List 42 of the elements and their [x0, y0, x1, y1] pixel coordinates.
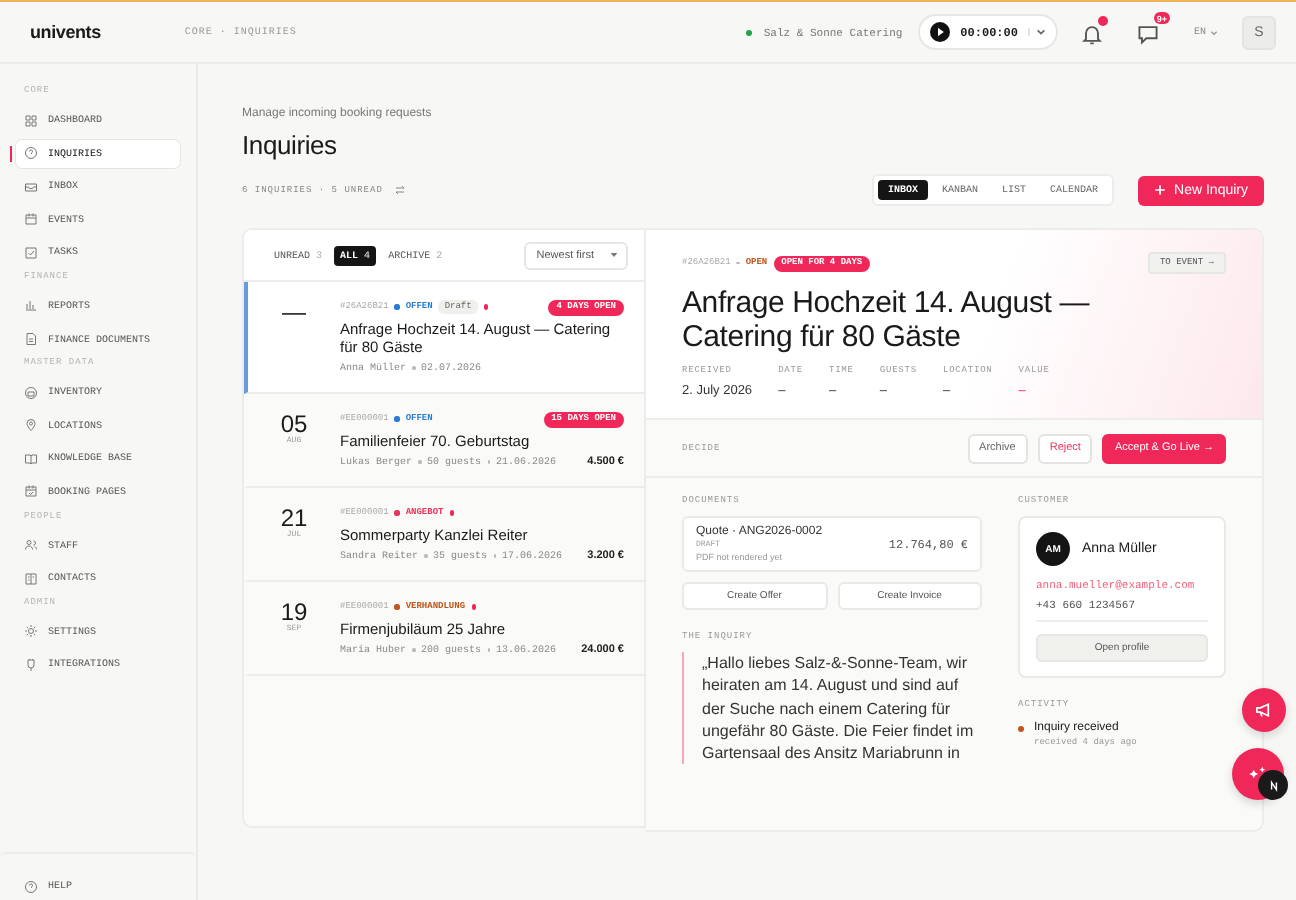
date-day: — [282, 298, 306, 326]
inquiry-title: Anfrage Hochzeit 14. August — Catering für 80 Gäste [682, 286, 1092, 354]
inquiry-message: „Hallo liebes Salz-&-Sonne-Team, wir heiraten am 14. August und sind auf der Suche nach einem Catering für ungefähr 80 Gäste. Die Feier findet im Gartensaal des Ansitz Mariabrunn in [682, 652, 982, 765]
nav-icon [24, 657, 38, 672]
play-icon[interactable] [930, 22, 951, 42]
separator-dot [418, 460, 422, 464]
nav-icon [24, 298, 38, 313]
nav-icon [24, 146, 38, 161]
nav-icon [24, 451, 38, 466]
dark-circle-icon[interactable] [1258, 770, 1288, 800]
page-title: Inquiries [242, 130, 339, 160]
chat-icon[interactable] [1135, 22, 1160, 46]
nav-icon [24, 484, 38, 499]
nav-icon [24, 385, 38, 400]
nav-icon [24, 571, 38, 586]
bell-icon[interactable] [1079, 22, 1104, 46]
plus-icon [1154, 184, 1167, 196]
nav-icon [24, 418, 38, 433]
logo: univents [30, 22, 101, 42]
nav-icon [24, 179, 38, 194]
date-day: 19 [280, 598, 308, 626]
nav-icon [24, 538, 38, 553]
help-icon [24, 879, 38, 893]
notification-badge-icon [1097, 16, 1108, 26]
sparkle-icon [1248, 764, 1268, 784]
caret-icon[interactable] [1027, 28, 1046, 36]
caret-icon [1210, 29, 1218, 35]
swap-icon[interactable] [394, 184, 407, 196]
n-letter-icon [1267, 779, 1279, 791]
date-day: 21 [280, 504, 308, 532]
separator-dot [412, 648, 416, 652]
separator-dot [412, 366, 416, 370]
megaphone-button[interactable] [1242, 688, 1286, 732]
nav-icon [24, 624, 38, 639]
nav-icon [24, 113, 38, 127]
separator-dot [424, 554, 428, 558]
nav-icon [24, 212, 38, 227]
caret-icon [610, 252, 618, 258]
nav-icon [24, 332, 38, 347]
megaphone-icon [1254, 700, 1274, 720]
date-day: 05 [280, 410, 308, 438]
nav-icon [24, 245, 38, 260]
